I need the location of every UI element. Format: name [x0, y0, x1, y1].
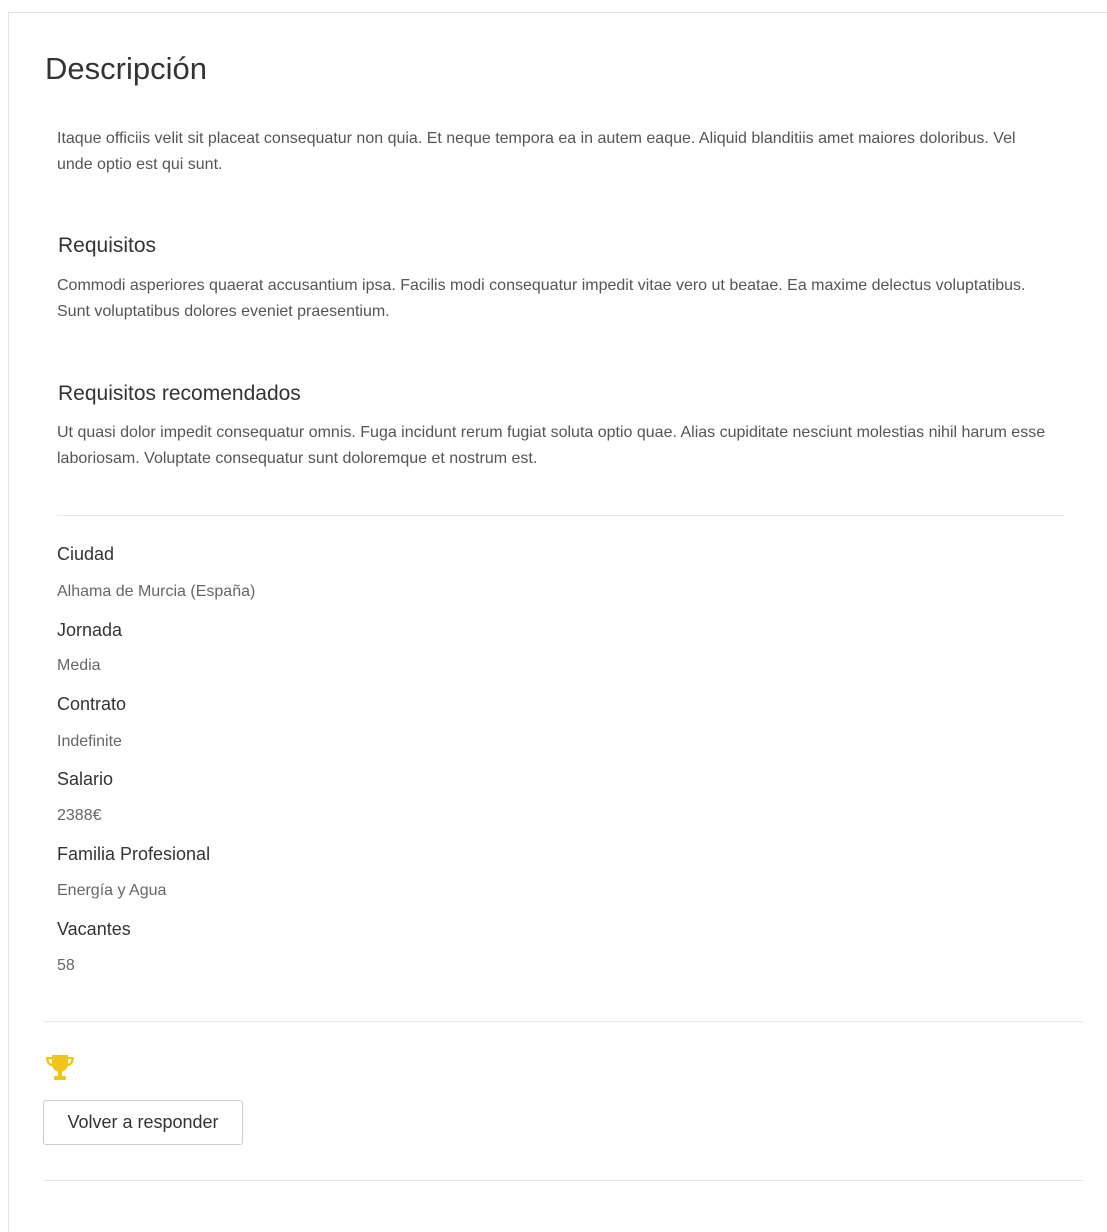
- recommended-requirements-heading: Requisitos recomendados: [58, 382, 301, 405]
- detail-value-vacantes: 58: [57, 957, 75, 974]
- detail-label-jornada: Jornada: [57, 620, 123, 640]
- details-divider: [57, 515, 1065, 516]
- recommended-requirements-text: Ut quasi dolor impedit consequatur omnis…: [57, 424, 1046, 467]
- detail-label-contrato: Contrato: [57, 694, 127, 714]
- detail-label-vacantes: Vacantes: [57, 919, 131, 939]
- description-text: Itaque officiis velit sit placeat conseq…: [57, 130, 1016, 173]
- detail-value-salario: 2388€: [57, 807, 102, 824]
- detail-label-salario: Salario: [57, 769, 114, 789]
- actions-divider-top: [43, 1021, 1083, 1022]
- reanswer-button[interactable]: Volver a responder: [43, 1100, 243, 1145]
- detail-value-jornada: Media: [57, 657, 101, 674]
- requirements-heading: Requisitos: [58, 234, 157, 257]
- actions-divider-bottom: [43, 1180, 1083, 1181]
- detail-value-contrato: Indefinite: [57, 733, 122, 750]
- detail-label-ciudad: Ciudad: [57, 544, 115, 564]
- detail-value-familia-profesional: Energía y Agua: [57, 882, 167, 899]
- requirements-text: Commodi asperiores quaerat accusantium i…: [57, 277, 1026, 320]
- trophy-icon: [43, 1053, 77, 1083]
- detail-label-familia-profesional: Familia Profesional: [57, 844, 211, 864]
- page-title: Descripción: [45, 51, 207, 86]
- detail-value-ciudad: Alhama de Murcia (España): [57, 583, 256, 600]
- job-offer-panel: Descripción Itaque officiis velit sit pl…: [8, 12, 1107, 1232]
